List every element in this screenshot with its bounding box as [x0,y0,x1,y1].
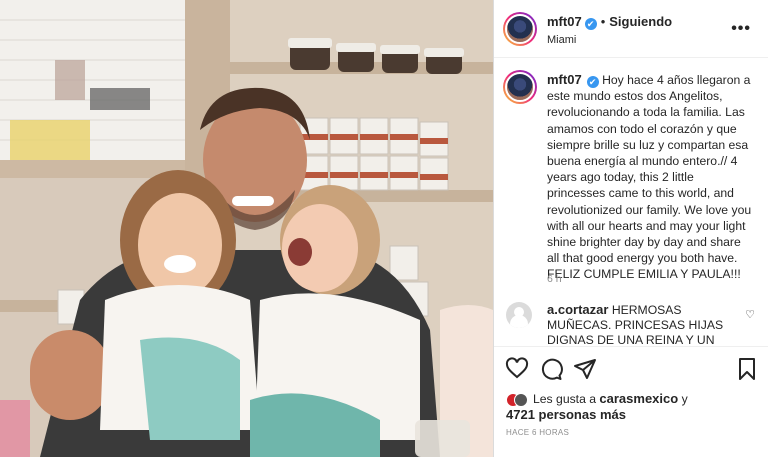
post-time-ago[interactable]: HACE 6 HORAS [506,428,569,437]
caption-timestamp[interactable]: 6 h [547,273,562,285]
caption-text: Hoy hace 4 años llegaron a este mundo es… [547,73,752,282]
comment-avatar[interactable] [506,302,532,328]
post-header: mft07 ✔ • Siguiendo Miami ••• [494,0,768,58]
location-link[interactable]: Miami [547,34,576,46]
post-side-panel: mft07 ✔ • Siguiendo Miami ••• mft07 ✔ Hoy ha… [493,0,768,457]
following-button[interactable]: Siguiendo [609,14,672,29]
photo-illustration [0,0,493,457]
likes-count-link[interactable]: 4721 personas más [506,407,626,422]
separator-dot: • [600,14,606,29]
header-user-line: mft07 ✔ • Siguiendo [547,14,672,30]
comment-icon[interactable] [539,357,563,381]
comment-like-heart-icon[interactable]: ♡ [745,308,755,321]
share-icon[interactable] [573,357,597,381]
verified-badge-icon: ✔ [584,18,597,30]
verified-badge-icon: ✔ [586,76,599,88]
comment-body: a.cortazar HERMOSAS MUÑECAS. PRINCESAS H… [547,302,737,346]
bookmark-icon[interactable] [735,357,759,381]
likes-prefix: Les gusta a [533,392,597,406]
caption-username-link[interactable]: mft07 [547,72,582,87]
post-actions: Les gusta a carasmexico y 4721 personas … [494,346,768,457]
caption: mft07 ✔ Hoy hace 4 años llegaron a este m… [547,72,755,283]
likes-connector: y [681,392,688,406]
instagram-post: mft07 ✔ • Siguiendo Miami ••• mft07 ✔ Hoy ha… [0,0,768,457]
comment-username-link[interactable]: a.cortazar [547,302,608,317]
likes-summary: Les gusta a carasmexico y 4721 personas … [506,391,688,423]
caption-scroll-area[interactable]: mft07 ✔ Hoy hace 4 años llegaron a este m… [494,58,768,346]
caption-avatar[interactable] [503,70,537,104]
more-options-icon[interactable]: ••• [731,20,751,38]
avatar[interactable] [503,12,537,46]
liker-username-link[interactable]: carasmexico [599,391,678,406]
liker-avatar [514,392,528,407]
post-photo[interactable] [0,0,493,457]
heart-icon[interactable] [505,357,529,381]
username-link[interactable]: mft07 [547,14,582,29]
